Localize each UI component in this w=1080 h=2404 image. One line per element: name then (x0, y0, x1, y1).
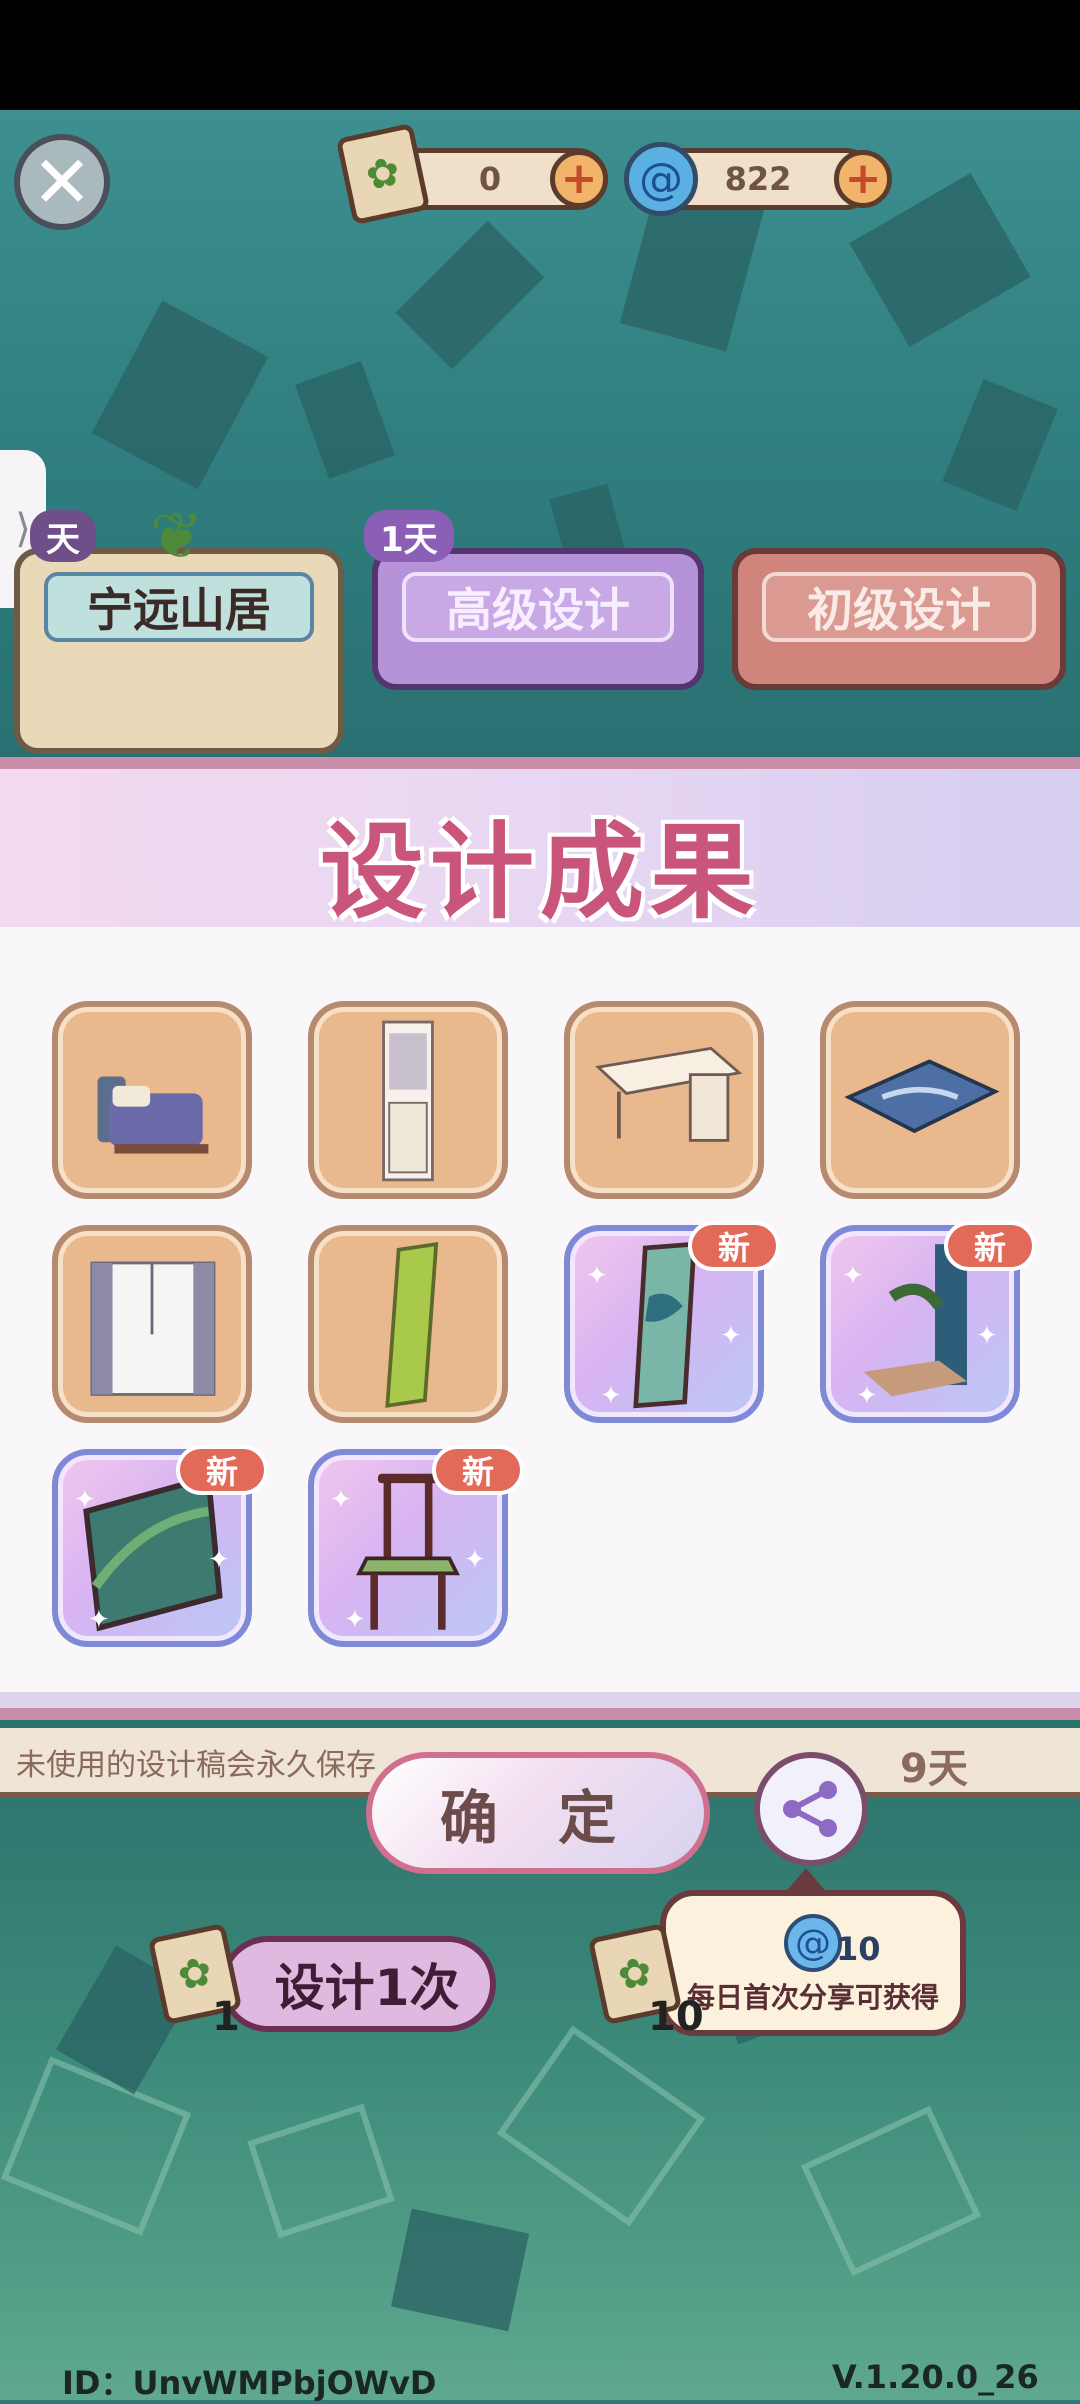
rug-icon (844, 1059, 1000, 1134)
design-once-label: 设计1次 (274, 1959, 460, 2017)
result-item-bonsai-screen[interactable]: ✦ ✦ ✦ 新 (820, 1221, 1036, 1423)
window-curtain-icon (90, 1261, 216, 1396)
result-item-desk[interactable] (564, 1001, 764, 1199)
dialog-title: 设计成果 (319, 811, 760, 933)
day-badge: 天 (30, 510, 96, 562)
chevron-right-icon: ⟩ (15, 506, 31, 552)
new-badge: 新 (944, 1221, 1036, 1271)
tab-ningyuan[interactable]: 宁远山居 (14, 548, 344, 754)
design-ten-cost: 10 (648, 1994, 704, 2040)
scroll-currency-count: 0 (478, 160, 502, 198)
result-item-wooden-chair[interactable]: ✦ ✦ ✦ 新 (308, 1445, 524, 1647)
sparkle-icon: ✦ (208, 1545, 230, 1575)
sparkle-icon: ✦ (600, 1381, 622, 1411)
close-icon: ✕ (31, 140, 93, 224)
dialog-header: 设计成果 (0, 769, 1080, 933)
sparkle-icon: ✦ (976, 1321, 998, 1351)
add-scroll-button[interactable]: + (550, 150, 608, 208)
status-bar (0, 0, 1080, 110)
sparkle-icon: ✦ (330, 1485, 352, 1515)
bed-icon (97, 1076, 209, 1154)
plus-icon: + (844, 153, 882, 204)
reward-amount: 10 (836, 1930, 881, 1968)
new-badge: 新 (688, 1221, 780, 1271)
new-badge: 新 (432, 1445, 524, 1495)
sparkle-icon: ✦ (720, 1321, 742, 1351)
info-text: 未使用的设计稿会永久保存 (16, 1748, 376, 1783)
design-once-cost: 1 (212, 1994, 240, 2040)
swirl-currency-icon: @ (784, 1914, 842, 1972)
new-badge: 新 (176, 1445, 268, 1495)
cabinet-icon (382, 1020, 434, 1182)
sparkle-icon: ✦ (88, 1605, 110, 1635)
sparkle-icon: ✦ (586, 1261, 608, 1291)
sparkle-icon: ✦ (856, 1381, 878, 1411)
plant-icon: ❦ (150, 500, 204, 574)
swirl-currency-count: 822 (724, 160, 792, 198)
confirm-button[interactable]: 确 定 (366, 1752, 710, 1874)
tab-label: 高级设计 (402, 572, 674, 642)
sparkle-icon: ✦ (74, 1485, 96, 1515)
result-item-landscape-screen[interactable]: ✦ ✦ ✦ 新 (564, 1221, 780, 1423)
add-swirl-button[interactable]: + (834, 150, 892, 208)
result-item-cabinet[interactable] (308, 1001, 508, 1199)
day-badge: 1天 (364, 510, 454, 562)
share-icon (783, 1781, 837, 1837)
tab-basic-design[interactable]: 初级设计 (732, 548, 1066, 690)
design-result-dialog: 设计成果 ✦ ✦ ✦ 新 ✦ ✦ ✦ 新 ✦ ✦ ✦ 新 ✦ ✦ ✦ 新 (0, 757, 1080, 1720)
desk-icon (595, 1046, 743, 1142)
swirl-currency-icon: @ (624, 142, 698, 216)
plus-icon: + (560, 153, 598, 204)
result-item-rug[interactable] (820, 1001, 1020, 1199)
timer-text: 9天 (900, 1746, 968, 1792)
design-once-button[interactable]: 设计1次 (220, 1936, 496, 2032)
result-item-bed[interactable] (52, 1001, 252, 1199)
confirm-label: 确 定 (439, 1784, 637, 1852)
share-reward-tooltip: @ 10 每日首次分享可获得 (660, 1890, 966, 2036)
sparkle-icon: ✦ (344, 1605, 366, 1635)
result-item-garden-window[interactable]: ✦ ✦ ✦ 新 (52, 1445, 268, 1647)
sparkle-icon: ✦ (842, 1261, 864, 1291)
player-id: ID：UnvWMPbjOWvD (62, 2364, 437, 2402)
sparkle-icon: ✦ (464, 1545, 486, 1575)
tooltip-text: 每日首次分享可获得 (686, 1981, 939, 2014)
dialog-footer-strip (0, 1692, 1080, 1708)
tab-label: 初级设计 (762, 572, 1036, 642)
version-text: V.1.20.0_26 (832, 2358, 1039, 2396)
result-item-window-curtain[interactable] (52, 1225, 252, 1423)
tab-label: 宁远山居 (44, 572, 314, 642)
result-item-green-panel[interactable] (308, 1225, 508, 1423)
close-button[interactable]: ✕ (14, 134, 110, 230)
tab-advanced-design[interactable]: 高级设计 (372, 548, 704, 690)
green-panel-icon (385, 1241, 439, 1408)
share-button[interactable] (754, 1752, 868, 1866)
